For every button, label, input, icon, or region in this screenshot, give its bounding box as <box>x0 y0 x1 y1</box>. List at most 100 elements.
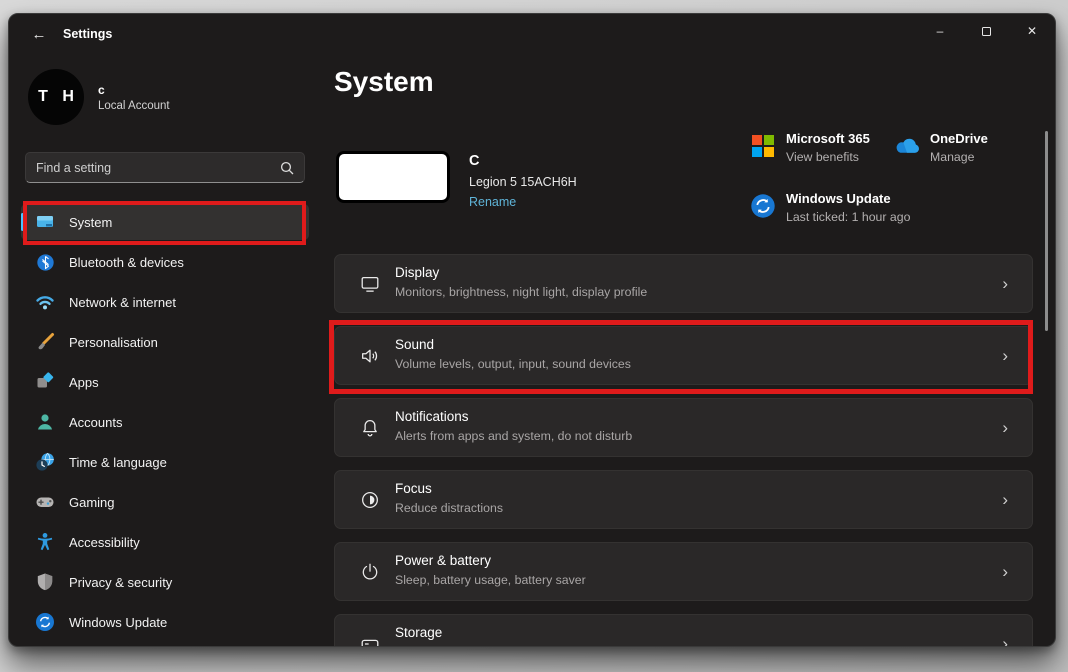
network-icon <box>35 292 55 312</box>
gaming-icon <box>35 492 55 512</box>
device-thumbnail <box>336 151 450 203</box>
minimize-icon: – <box>937 24 944 38</box>
row-title: Power & battery <box>395 553 586 568</box>
sidebar-item-apps[interactable]: Apps <box>21 364 309 400</box>
device-name: C <box>469 153 577 169</box>
storage-icon <box>357 633 383 647</box>
device-model: Legion 5 15ACH6H <box>469 175 577 189</box>
sound-icon <box>357 345 383 384</box>
time-language-icon <box>35 452 55 472</box>
sidebar-item-privacy-security[interactable]: Privacy & security <box>21 564 309 600</box>
chevron-right-icon: › <box>1002 635 1008 647</box>
sidebar-item-label: Personalisation <box>69 335 158 350</box>
sidebar-item-label: Network & internet <box>69 295 176 310</box>
row-subtitle: Sleep, battery usage, battery saver <box>395 573 586 587</box>
search-icon <box>280 161 294 175</box>
badge-title: OneDrive <box>930 131 988 146</box>
window-controls: – ✕ <box>917 14 1055 48</box>
sidebar-item-label: Accounts <box>69 415 122 430</box>
user-profile[interactable]: T H c Local Account <box>28 69 170 125</box>
display-icon <box>357 273 383 312</box>
sidebar-item-accessibility[interactable]: Accessibility <box>21 524 309 560</box>
chevron-right-icon: › <box>1002 275 1008 292</box>
scrollbar[interactable] <box>1045 131 1048 331</box>
windows-update-badge[interactable]: Windows Update Last ticked: 1 hour ago <box>749 191 910 224</box>
avatar: T H <box>28 69 84 125</box>
system-icon <box>35 212 55 232</box>
sidebar-item-windows-update[interactable]: Windows Update <box>21 604 309 640</box>
settings-row-focus[interactable]: Focus Reduce distractions › <box>334 470 1033 529</box>
settings-row-display[interactable]: Display Monitors, brightness, night ligh… <box>334 254 1033 313</box>
bluetooth-icon <box>35 252 55 272</box>
accessibility-icon <box>35 532 55 552</box>
back-arrow-icon: ← <box>32 26 47 43</box>
sidebar-item-label: Apps <box>69 375 99 390</box>
row-subtitle: Monitors, brightness, night light, displ… <box>395 285 647 299</box>
sidebar-item-personalisation[interactable]: Personalisation <box>21 324 309 360</box>
row-title: Display <box>395 265 647 280</box>
titlebar: ← Settings – ✕ <box>9 14 1055 54</box>
rename-link[interactable]: Rename <box>469 195 577 209</box>
accounts-icon <box>35 412 55 432</box>
microsoft-logo <box>749 131 777 164</box>
sidebar-item-accounts[interactable]: Accounts <box>21 404 309 440</box>
sidebar-item-label: Bluetooth & devices <box>69 255 184 270</box>
badge-subtitle: Manage <box>930 150 988 164</box>
settings-row-storage[interactable]: Storage Storage space, drives, configura… <box>334 614 1033 647</box>
close-button[interactable]: ✕ <box>1009 14 1055 48</box>
maximize-button[interactable] <box>963 14 1009 48</box>
row-title: Notifications <box>395 409 632 424</box>
settings-row-sound[interactable]: Sound Volume levels, output, input, soun… <box>334 326 1033 385</box>
page-title: System <box>334 66 434 98</box>
onedrive-badge[interactable]: OneDrive Manage <box>893 131 988 164</box>
badge-subtitle: Last ticked: 1 hour ago <box>786 210 910 224</box>
window-title: Settings <box>63 27 112 41</box>
sidebar-item-label: Privacy & security <box>69 575 172 590</box>
user-name: c <box>98 83 170 97</box>
close-icon: ✕ <box>1027 24 1037 38</box>
settings-window: ← Settings – ✕ T H c Local Account Find … <box>8 13 1056 647</box>
back-button[interactable]: ← <box>23 21 55 47</box>
settings-row-notifications[interactable]: Notifications Alerts from apps and syste… <box>334 398 1033 457</box>
chevron-right-icon: › <box>1002 419 1008 436</box>
sidebar-item-label: Gaming <box>69 495 115 510</box>
sidebar-item-label: Time & language <box>69 455 167 470</box>
minimize-button[interactable]: – <box>917 14 963 48</box>
badge-title: Microsoft 365 <box>786 131 870 146</box>
windows-update-icon <box>35 612 55 632</box>
chevron-right-icon: › <box>1002 491 1008 508</box>
chevron-right-icon: › <box>1002 347 1008 364</box>
sidebar-item-system[interactable]: System <box>21 204 309 240</box>
sidebar-item-network-internet[interactable]: Network & internet <box>21 284 309 320</box>
sidebar-nav: System Bluetooth & devices Network & int… <box>21 204 309 644</box>
row-title: Storage <box>395 625 621 640</box>
onedrive-cloud-icon <box>893 131 921 164</box>
apps-icon <box>35 372 55 392</box>
sidebar-item-bluetooth-devices[interactable]: Bluetooth & devices <box>21 244 309 280</box>
settings-row-power-battery[interactable]: Power & battery Sleep, battery usage, ba… <box>334 542 1033 601</box>
row-subtitle: Volume levels, output, input, sound devi… <box>395 357 631 371</box>
microsoft-365-badge[interactable]: Microsoft 365 View benefits <box>749 131 870 164</box>
account-type: Local Account <box>98 100 170 112</box>
sidebar-item-label: Accessibility <box>69 535 140 550</box>
windows-update-icon <box>749 191 777 224</box>
sidebar-item-label: System <box>69 215 112 230</box>
row-title: Focus <box>395 481 503 496</box>
badge-subtitle: View benefits <box>786 150 870 164</box>
sidebar-item-label: Windows Update <box>69 615 167 630</box>
search-input[interactable]: Find a setting <box>25 152 305 183</box>
maximize-icon <box>982 27 991 36</box>
focus-icon <box>357 489 383 528</box>
selected-indicator <box>21 213 24 231</box>
row-subtitle: Alerts from apps and system, do not dist… <box>395 429 632 443</box>
row-subtitle: Storage space, drives, configuration rul… <box>395 645 621 647</box>
sidebar-item-time-language[interactable]: Time & language <box>21 444 309 480</box>
badge-title: Windows Update <box>786 191 910 206</box>
privacy-security-icon <box>35 572 55 592</box>
search-placeholder: Find a setting <box>36 161 280 175</box>
personalisation-icon <box>35 332 55 352</box>
chevron-right-icon: › <box>1002 563 1008 580</box>
sidebar-item-gaming[interactable]: Gaming <box>21 484 309 520</box>
notifications-icon <box>357 417 383 456</box>
row-subtitle: Reduce distractions <box>395 501 503 515</box>
